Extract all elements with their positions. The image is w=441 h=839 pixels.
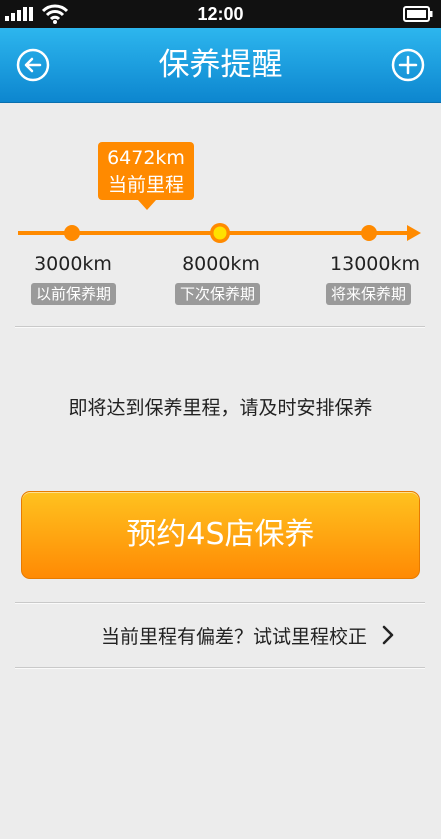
add-button[interactable]: [391, 48, 425, 82]
future-service-mileage: 13000km: [330, 253, 420, 275]
chevron-right-icon: [382, 625, 394, 645]
next-service-tag: 下次保养期: [175, 283, 261, 305]
divider: [15, 326, 425, 328]
status-bar: 12:00: [0, 0, 441, 28]
future-service-tag: 将来保养期: [326, 283, 412, 305]
battery-icon: [403, 6, 433, 22]
mileage-timeline: [18, 223, 421, 243]
next-service-mileage: 8000km: [182, 253, 260, 275]
mileage-calibration-link[interactable]: 当前里程有偏差？试试里程校正: [15, 604, 425, 666]
calibration-text: 当前里程有偏差？试试里程校正: [100, 626, 367, 648]
book-4s-maintenance-button[interactable]: 预约4S店保养: [21, 491, 420, 579]
header-bar: 保养提醒: [0, 28, 441, 103]
maintenance-notice: 即将达到保养里程，请及时安排保养: [68, 397, 373, 419]
add-icon: [391, 48, 425, 82]
previous-service-tag: 以前保养期: [31, 283, 117, 305]
page-title: 保养提醒: [158, 47, 283, 83]
current-mileage-label: 当前里程: [107, 174, 184, 196]
status-time: 12:00: [197, 4, 244, 24]
previous-service-mileage: 3000km: [34, 253, 112, 275]
current-mileage-value: 6472km: [107, 147, 185, 169]
divider: [15, 667, 425, 669]
current-mileage-bubble: 6472km 当前里程: [98, 142, 194, 210]
